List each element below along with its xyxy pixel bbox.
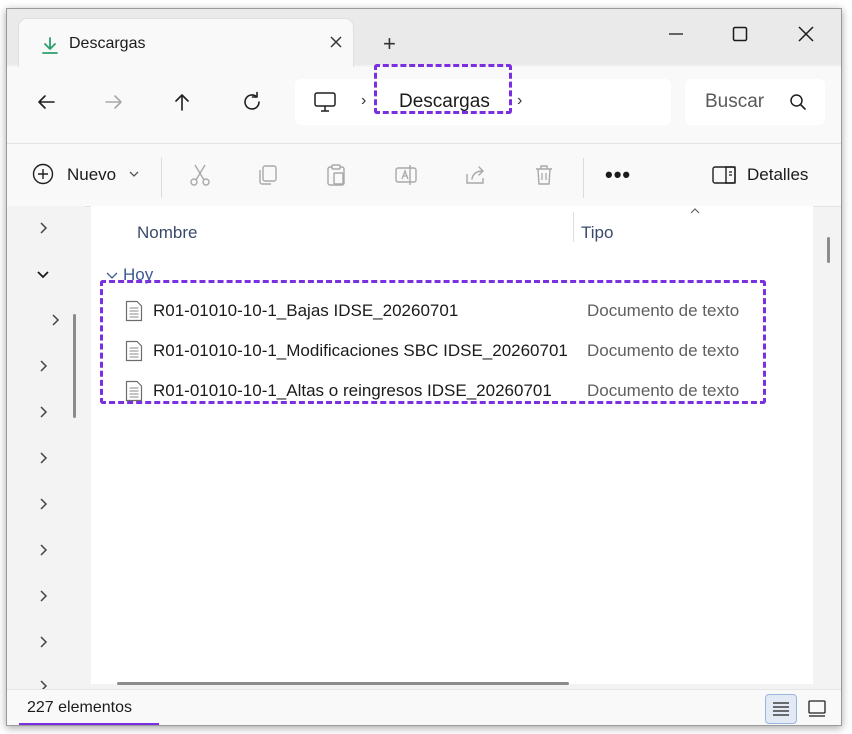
chevron-right-icon[interactable] [35, 220, 51, 236]
chevron-right-icon[interactable] [35, 450, 51, 466]
divider [583, 158, 584, 198]
highlight-breadcrumb [374, 64, 512, 114]
tiles-view-icon [808, 700, 826, 717]
search-icon[interactable] [789, 93, 807, 111]
sort-ascending-icon [690, 208, 700, 214]
share-icon[interactable] [463, 162, 489, 188]
title-bar: Descargas + [7, 9, 841, 67]
status-bar: 227 elementos [7, 689, 841, 725]
navigation-pane-scrollbar[interactable] [73, 314, 76, 418]
more-options-button[interactable]: ••• [605, 162, 631, 188]
up-arrow-icon[interactable] [169, 89, 195, 115]
forward-arrow-icon[interactable] [101, 89, 127, 115]
chevron-right-icon[interactable] [35, 588, 51, 604]
delete-icon[interactable] [531, 162, 557, 188]
divider [161, 158, 162, 198]
vertical-scrollbar[interactable] [827, 237, 830, 263]
maximize-icon[interactable] [727, 21, 753, 47]
chevron-right-icon[interactable] [35, 496, 51, 512]
tab-descargas[interactable]: Descargas [19, 19, 353, 67]
refresh-icon[interactable] [239, 89, 265, 115]
chevron-right-icon[interactable] [35, 634, 51, 650]
navigation-pane [7, 206, 85, 692]
copy-icon[interactable] [255, 162, 281, 188]
breadcrumb-separator[interactable]: › [361, 92, 366, 110]
chevron-right-icon[interactable] [35, 542, 51, 558]
search-input[interactable] [705, 91, 765, 113]
chevron-right-icon[interactable] [47, 312, 63, 328]
breadcrumb-separator[interactable]: › [517, 92, 522, 110]
tiles-view-button[interactable] [801, 694, 833, 724]
this-pc-icon[interactable] [313, 91, 337, 113]
cut-icon[interactable] [187, 162, 213, 188]
chevron-down-icon [129, 171, 139, 177]
search-box[interactable] [685, 79, 825, 125]
details-label: Detalles [747, 165, 809, 184]
new-tab-button[interactable]: + [383, 33, 396, 55]
column-header-name[interactable]: Nombre [137, 223, 197, 243]
list-view-icon [773, 702, 789, 716]
command-bar: Nuevo ••• Detalles [7, 143, 841, 207]
horizontal-scrollbar[interactable] [117, 682, 569, 685]
new-button-label: Nuevo [67, 165, 117, 184]
details-view-button[interactable] [765, 694, 797, 724]
back-arrow-icon[interactable] [33, 89, 59, 115]
column-divider[interactable] [573, 212, 574, 242]
details-pane-icon [712, 166, 736, 184]
file-list: Nombre Tipo Hoy R01-01010-10-1_Bajas IDS… [91, 206, 813, 684]
item-count-highlight [19, 723, 159, 725]
rename-icon[interactable] [393, 162, 419, 188]
minimize-icon[interactable] [663, 21, 689, 47]
add-circle-icon [32, 163, 54, 185]
download-icon [42, 37, 58, 54]
paste-icon[interactable] [323, 162, 349, 188]
close-window-icon[interactable] [793, 21, 819, 47]
close-tab-icon[interactable] [325, 31, 347, 53]
column-header-type[interactable]: Tipo [581, 223, 613, 243]
chevron-right-icon[interactable] [35, 404, 51, 420]
chevron-down-icon[interactable] [35, 266, 51, 282]
tab-title: Descargas [69, 35, 146, 52]
highlight-files [100, 280, 766, 404]
item-count: 227 elementos [27, 699, 132, 716]
chevron-right-icon[interactable] [35, 358, 51, 374]
